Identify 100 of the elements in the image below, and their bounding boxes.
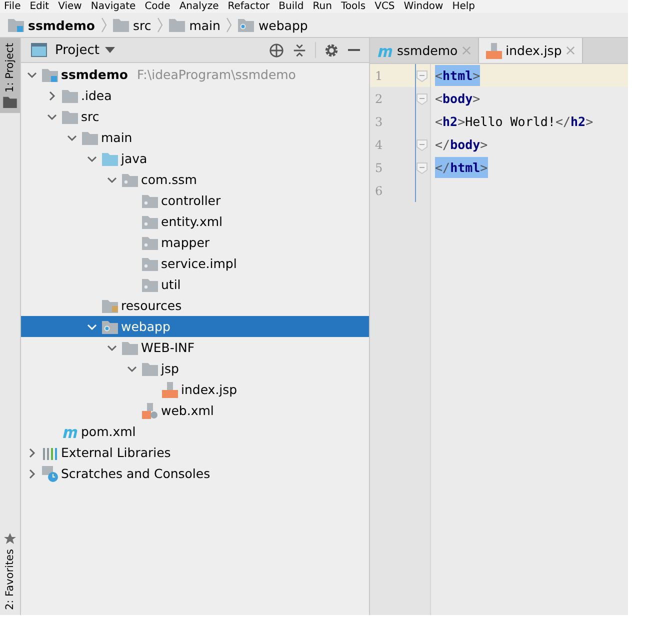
tree-item[interactable]: webapp bbox=[21, 316, 369, 337]
tree-item[interactable]: mapper bbox=[21, 232, 369, 253]
tree-item[interactable]: controller bbox=[21, 190, 369, 211]
code-tag: <html> bbox=[435, 65, 480, 86]
menu-item[interactable]: Run bbox=[312, 0, 332, 13]
menu-item[interactable]: Analyze bbox=[179, 0, 219, 13]
tree-item-label: WEB-INF bbox=[141, 340, 195, 355]
folder-icon bbox=[102, 298, 118, 312]
tree-item[interactable]: Scratches and Consoles bbox=[21, 463, 369, 484]
chevron-down-icon[interactable] bbox=[107, 342, 117, 352]
menu-item[interactable]: Window bbox=[404, 0, 444, 13]
chevron-right-icon bbox=[226, 17, 232, 33]
tree-item[interactable]: service.impl bbox=[21, 253, 369, 274]
tree-item-label: controller bbox=[161, 193, 221, 208]
breadcrumb-item[interactable]: main bbox=[189, 18, 220, 32]
settings-icon[interactable] bbox=[324, 42, 339, 58]
tree-item[interactable]: com.ssm bbox=[21, 169, 369, 190]
tree-item[interactable]: src bbox=[21, 106, 369, 127]
folder-icon bbox=[142, 362, 158, 376]
breadcrumb-item[interactable]: src bbox=[132, 18, 152, 32]
line-number: 2 bbox=[375, 92, 383, 106]
chevron-right-icon bbox=[100, 17, 107, 33]
folder-icon bbox=[102, 320, 118, 334]
chevron-down-icon[interactable] bbox=[47, 112, 57, 122]
chevron-down-icon[interactable] bbox=[27, 70, 37, 80]
tree-item-label: com.ssm bbox=[141, 172, 197, 187]
tree-item[interactable]: jsp bbox=[21, 358, 369, 379]
menu-item[interactable]: Edit bbox=[30, 0, 50, 13]
folder-icon bbox=[8, 18, 24, 32]
folder-icon bbox=[82, 130, 98, 144]
tree-item[interactable]: .idea bbox=[21, 85, 369, 106]
tree-item-label: jsp bbox=[161, 361, 179, 376]
tool-window-tab[interactable]: 2: Favorites bbox=[0, 528, 20, 615]
breadcrumb-item[interactable]: ssmdemo bbox=[28, 18, 95, 32]
editor-tab[interactable]: index.jsp bbox=[478, 38, 583, 63]
tree-item[interactable]: util bbox=[21, 274, 369, 295]
locate-icon[interactable] bbox=[269, 42, 284, 58]
chevron-right-icon[interactable] bbox=[47, 90, 57, 100]
tree-item-label: resources bbox=[121, 298, 182, 313]
tree-item[interactable]: WEB-INF bbox=[21, 337, 369, 358]
dropdown-caret-icon[interactable] bbox=[105, 47, 116, 53]
console-clock-icon bbox=[42, 466, 58, 482]
tree-item[interactable]: java bbox=[21, 148, 369, 169]
chevron-down-icon[interactable] bbox=[87, 154, 97, 164]
folder-icon bbox=[122, 340, 138, 354]
tree-item[interactable]: web.xml bbox=[21, 400, 369, 421]
menu-item[interactable]: Refactor bbox=[228, 0, 270, 13]
tree-item[interactable]: entity.xml bbox=[21, 211, 369, 232]
folder-icon bbox=[62, 110, 78, 124]
fold-marker-icon[interactable] bbox=[416, 162, 428, 174]
code-tag: <h2> bbox=[435, 111, 466, 132]
fold-marker-icon[interactable] bbox=[416, 70, 428, 82]
menu-item[interactable]: View bbox=[58, 0, 82, 13]
fold-marker-icon[interactable] bbox=[416, 138, 428, 150]
chevron-down-icon[interactable] bbox=[87, 322, 97, 332]
tree-item-label: java bbox=[121, 151, 148, 166]
menu-item[interactable]: Help bbox=[452, 0, 476, 13]
tree-item[interactable]: resources bbox=[21, 295, 369, 316]
collapse-all-icon[interactable] bbox=[292, 42, 307, 58]
chevron-down-icon[interactable] bbox=[127, 364, 137, 374]
folder-icon bbox=[169, 18, 186, 32]
folder-icon bbox=[122, 172, 138, 186]
folder-icon bbox=[102, 152, 118, 166]
menu-item[interactable]: Tools bbox=[340, 0, 366, 13]
folder-icon bbox=[142, 256, 158, 270]
tree-item[interactable]: main bbox=[21, 127, 369, 148]
chevron-down-icon[interactable] bbox=[107, 174, 117, 184]
folder-icon bbox=[238, 18, 254, 32]
menu-item[interactable]: VCS bbox=[374, 0, 395, 13]
tree-item-label: pom.xml bbox=[81, 424, 136, 439]
menu-item[interactable]: Code bbox=[144, 0, 170, 13]
file-icon bbox=[162, 382, 178, 398]
line-number: 5 bbox=[375, 160, 383, 174]
folder-icon bbox=[3, 96, 17, 108]
breadcrumb-item[interactable]: webapp bbox=[258, 18, 308, 32]
line-number: 6 bbox=[375, 184, 383, 198]
tree-item[interactable]: index.jsp bbox=[21, 379, 369, 400]
file-icon bbox=[486, 42, 502, 58]
chevron-right-icon[interactable] bbox=[27, 448, 37, 458]
menu-item[interactable]: Build bbox=[278, 0, 304, 13]
code-tag: </html> bbox=[435, 157, 488, 178]
tree-item[interactable]: pom.xml bbox=[21, 421, 369, 442]
tree-item[interactable]: External Libraries bbox=[21, 442, 369, 463]
editor-tab[interactable]: ssmdemo bbox=[370, 38, 479, 63]
menu-item[interactable]: Navigate bbox=[90, 0, 136, 13]
panel-title[interactable]: Project bbox=[55, 42, 100, 58]
fold-marker-icon[interactable] bbox=[416, 92, 428, 104]
window-icon bbox=[31, 43, 47, 57]
chevron-down-icon[interactable] bbox=[67, 132, 77, 142]
folder-icon bbox=[42, 68, 58, 82]
tree-item[interactable]: ssmdemo F:\ideaProgram\ssmdemo bbox=[21, 64, 369, 85]
tree-item-label: service.impl bbox=[161, 256, 237, 271]
tree-item-label: main bbox=[101, 130, 132, 145]
tree-item-label: External Libraries bbox=[61, 445, 171, 460]
tree-item-label: Scratches and Consoles bbox=[61, 466, 210, 481]
menu-item[interactable]: File bbox=[4, 0, 21, 13]
tool-window-tab[interactable]: 1: Project bbox=[0, 38, 20, 114]
chevron-right-icon[interactable] bbox=[27, 468, 37, 478]
tree-item-label: mapper bbox=[161, 235, 210, 250]
tree-item-label: util bbox=[161, 277, 181, 292]
